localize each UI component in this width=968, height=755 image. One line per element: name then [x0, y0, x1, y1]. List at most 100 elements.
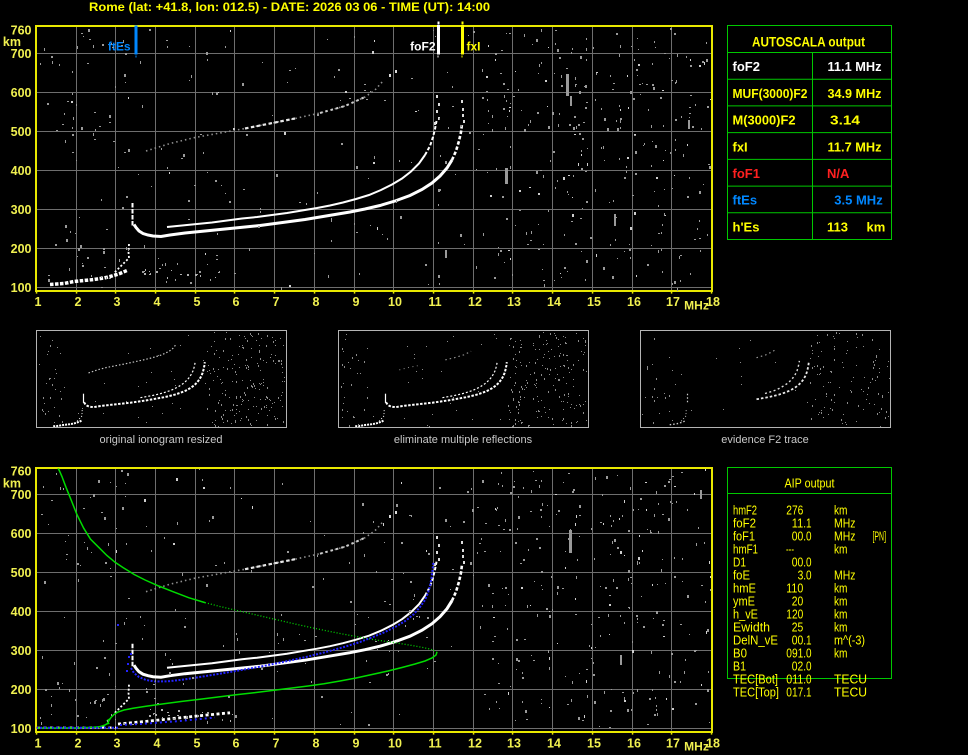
svg-text:ftEs: ftEs: [733, 193, 758, 208]
svg-text:16: 16: [627, 295, 641, 309]
svg-text:.0: .0: [803, 555, 811, 569]
svg-text:13: 13: [507, 736, 521, 750]
svg-text:foF2: foF2: [410, 40, 436, 54]
svg-text:.0: .0: [803, 529, 811, 543]
svg-text:hmE: hmE: [733, 581, 756, 595]
svg-text:MHz: MHz: [684, 299, 709, 313]
svg-text:3.14: 3.14: [830, 113, 861, 128]
svg-text:original ionogram resized: original ionogram resized: [100, 434, 223, 446]
svg-text:11: 11: [428, 295, 441, 309]
svg-text:foF2: foF2: [733, 59, 760, 74]
svg-text:MUF(3000)F2: MUF(3000)F2: [733, 86, 808, 101]
svg-text:TECU: TECU: [834, 685, 867, 699]
svg-text:400: 400: [11, 605, 32, 619]
svg-text:km: km: [834, 542, 848, 556]
svg-text:DelN_vE: DelN_vE: [733, 633, 778, 647]
svg-text:3: 3: [114, 295, 121, 309]
svg-text:h_vE: h_vE: [733, 607, 758, 621]
svg-text:300: 300: [11, 644, 32, 658]
svg-text:eliminate multiple reflections: eliminate multiple reflections: [394, 434, 533, 446]
svg-text:14: 14: [547, 736, 561, 750]
svg-text:00: 00: [792, 529, 804, 543]
svg-text:km: km: [834, 646, 848, 660]
svg-text:11: 11: [428, 736, 441, 750]
svg-text:fxI: fxI: [733, 139, 748, 154]
svg-text:.0: .0: [803, 659, 811, 673]
svg-text:km: km: [834, 581, 848, 595]
svg-text:3: 3: [114, 736, 121, 750]
svg-text:7: 7: [273, 295, 280, 309]
svg-text:120: 120: [786, 607, 803, 621]
svg-text:34.9 MHz: 34.9 MHz: [828, 86, 882, 101]
svg-text:B1: B1: [733, 659, 746, 673]
svg-text:110: 110: [786, 581, 803, 595]
svg-text:12: 12: [468, 295, 482, 309]
svg-text:16: 16: [627, 736, 641, 750]
svg-text:foE: foE: [733, 568, 750, 582]
svg-text:091: 091: [786, 646, 803, 660]
svg-text:11: 11: [792, 516, 804, 530]
svg-text:400: 400: [11, 164, 32, 178]
svg-text:m^(-3): m^(-3): [834, 633, 865, 647]
svg-text:13: 13: [507, 295, 521, 309]
svg-text:700: 700: [11, 488, 32, 502]
svg-text:M(3000)F2: M(3000)F2: [733, 113, 796, 128]
svg-text:.0: .0: [803, 646, 811, 660]
svg-text:9: 9: [353, 295, 360, 309]
svg-text:km: km: [834, 620, 848, 634]
svg-text:N/A: N/A: [827, 166, 850, 181]
svg-text:h'Es: h'Es: [733, 219, 760, 234]
svg-text:15: 15: [587, 736, 601, 750]
svg-text:MHz: MHz: [834, 516, 856, 530]
svg-text:25: 25: [792, 620, 804, 634]
svg-text:foF1: foF1: [733, 529, 755, 543]
svg-text:10: 10: [388, 295, 402, 309]
svg-text:00: 00: [792, 555, 804, 569]
svg-text:20: 20: [792, 594, 804, 608]
svg-text:AUTOSCALA output: AUTOSCALA output: [752, 34, 865, 50]
svg-text:.1: .1: [803, 633, 811, 647]
svg-text:hmF1: hmF1: [733, 542, 758, 556]
svg-text:7: 7: [273, 736, 280, 750]
svg-text:9: 9: [353, 736, 360, 750]
svg-text:2: 2: [75, 295, 82, 309]
svg-text:113: 113: [827, 219, 848, 234]
svg-text:12: 12: [468, 736, 482, 750]
svg-text:Ewidth: Ewidth: [733, 620, 770, 634]
svg-text:200: 200: [11, 242, 32, 256]
svg-text:.0: .0: [803, 568, 811, 582]
svg-text:3.5 MHz: 3.5 MHz: [834, 193, 883, 208]
svg-text:.1: .1: [803, 516, 811, 530]
svg-text:foF2: foF2: [733, 516, 756, 530]
svg-text:1: 1: [35, 295, 42, 309]
svg-text:1: 1: [35, 736, 42, 750]
svg-text:[PN]: [PN]: [873, 529, 887, 543]
svg-text:fxI: fxI: [467, 40, 481, 54]
svg-text:11.7 MHz: 11.7 MHz: [828, 139, 882, 154]
svg-text:017: 017: [786, 685, 803, 699]
svg-text:5: 5: [194, 295, 201, 309]
svg-text:6: 6: [233, 295, 240, 309]
svg-text:200: 200: [11, 683, 32, 697]
svg-text:011: 011: [786, 672, 803, 686]
svg-text:km: km: [834, 503, 848, 517]
svg-text:10: 10: [388, 736, 402, 750]
svg-text:100: 100: [11, 281, 32, 295]
svg-text:MHz: MHz: [834, 568, 856, 582]
svg-text:14: 14: [547, 295, 561, 309]
svg-text:ymE: ymE: [733, 594, 755, 608]
svg-text:500: 500: [11, 125, 32, 139]
svg-text:4: 4: [154, 736, 161, 750]
svg-text:276: 276: [786, 503, 803, 517]
svg-text:km: km: [834, 594, 848, 608]
svg-text:MHz: MHz: [834, 529, 856, 543]
svg-text:500: 500: [11, 566, 32, 580]
svg-text:.1: .1: [803, 685, 811, 699]
svg-text:6: 6: [233, 736, 240, 750]
svg-text:17: 17: [666, 295, 680, 309]
svg-text:17: 17: [666, 736, 680, 750]
svg-text:Rome (lat: +41.8, lon: 012.5): Rome (lat: +41.8, lon: 012.5) - DATE: 20…: [89, 0, 490, 14]
svg-text:km: km: [834, 607, 848, 621]
svg-text:km: km: [867, 219, 886, 234]
svg-text:TEC[Bot]: TEC[Bot]: [733, 672, 778, 686]
